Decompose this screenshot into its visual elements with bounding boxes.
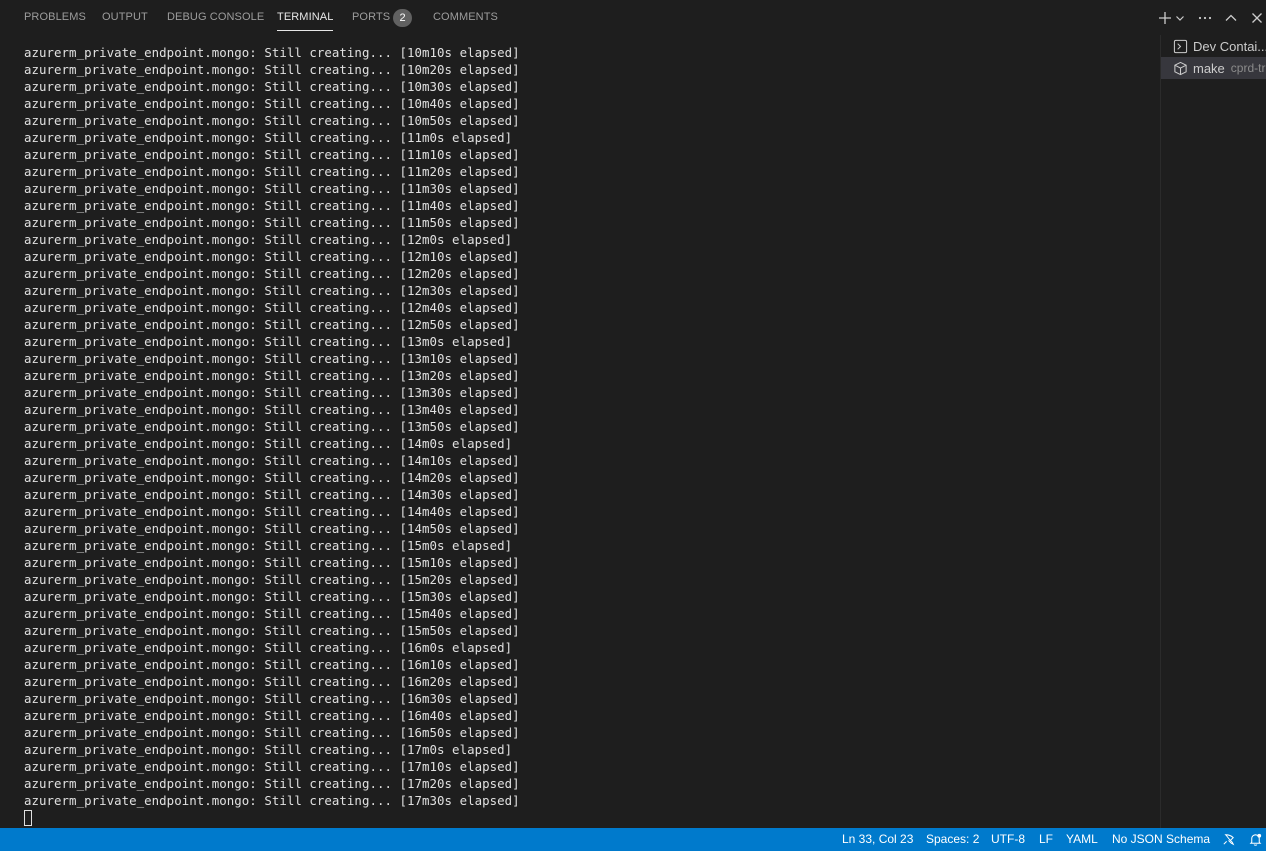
terminal-line: azurerm_private_endpoint.mongo: Still cr… [24,708,520,723]
tab-terminal[interactable]: TERMINAL [277,0,334,35]
terminal-line: azurerm_private_endpoint.mongo: Still cr… [24,249,520,264]
encoding-setting[interactable]: UTF-8 [991,828,1025,851]
terminal-view[interactable]: azurerm_private_endpoint.mongo: Still cr… [0,35,1160,828]
more-actions-button[interactable] [1195,8,1215,28]
terminal-line: azurerm_private_endpoint.mongo: Still cr… [24,317,520,332]
terminal-line: azurerm_private_endpoint.mongo: Still cr… [24,62,520,77]
terminal-line: azurerm_private_endpoint.mongo: Still cr… [24,232,513,247]
terminal-line: azurerm_private_endpoint.mongo: Still cr… [24,198,520,213]
panel-header: PROBLEMS OUTPUT DEBUG CONSOLE TERMINAL P… [0,0,1266,35]
maximize-panel-button[interactable] [1221,8,1241,28]
package-icon [1172,60,1188,76]
terminal-line: azurerm_private_endpoint.mongo: Still cr… [24,113,520,128]
terminal-line: azurerm_private_endpoint.mongo: Still cr… [24,436,513,451]
terminal-line: azurerm_private_endpoint.mongo: Still cr… [24,589,520,604]
tab-comments[interactable]: COMMENTS [433,0,498,35]
terminal-line: azurerm_private_endpoint.mongo: Still cr… [24,130,513,145]
terminal-line: azurerm_private_endpoint.mongo: Still cr… [24,334,513,349]
terminal-line: azurerm_private_endpoint.mongo: Still cr… [24,368,520,383]
terminal-tab-make[interactable]: make cprd-tre [1161,57,1266,79]
indentation-setting[interactable]: Spaces: 2 [926,828,979,851]
terminal-line: azurerm_private_endpoint.mongo: Still cr… [24,606,520,621]
ports-count-badge: 2 [393,9,412,27]
terminal-line: azurerm_private_endpoint.mongo: Still cr… [24,351,520,366]
terminal-line: azurerm_private_endpoint.mongo: Still cr… [24,215,520,230]
terminal-line: azurerm_private_endpoint.mongo: Still cr… [24,300,520,315]
terminal-line: azurerm_private_endpoint.mongo: Still cr… [24,504,520,519]
terminal-line: azurerm_private_endpoint.mongo: Still cr… [24,776,520,791]
terminal-line: azurerm_private_endpoint.mongo: Still cr… [24,538,513,553]
tab-output[interactable]: OUTPUT [102,0,148,35]
terminal-line: azurerm_private_endpoint.mongo: Still cr… [24,147,520,162]
terminal-line: azurerm_private_endpoint.mongo: Still cr… [24,79,520,94]
status-bar: Ln 33, Col 23 Spaces: 2 UTF-8 LF YAML No… [0,828,1266,851]
close-icon [1252,13,1262,23]
terminal-line: azurerm_private_endpoint.mongo: Still cr… [24,623,520,638]
terminal-tab-dev-container[interactable]: Dev Contai... [1161,35,1266,57]
terminal-line: azurerm_private_endpoint.mongo: Still cr… [24,266,520,281]
new-terminal-button[interactable] [1155,8,1175,28]
terminal-line: azurerm_private_endpoint.mongo: Still cr… [24,283,520,298]
terminal-line: azurerm_private_endpoint.mongo: Still cr… [24,742,513,757]
terminal-tabs-list: Dev Contai... make cprd-tre [1160,35,1266,828]
bell-icon[interactable] [1247,831,1263,847]
tab-debug-console[interactable]: DEBUG CONSOLE [167,0,264,35]
terminal-line: azurerm_private_endpoint.mongo: Still cr… [24,521,520,536]
terminal-line: azurerm_private_endpoint.mongo: Still cr… [24,419,520,434]
feedback-icon[interactable] [1220,831,1236,847]
terminal-line: azurerm_private_endpoint.mongo: Still cr… [24,470,520,485]
terminal-line: azurerm_private_endpoint.mongo: Still cr… [24,674,520,689]
terminal-tab-description: cprd-tre [1230,61,1266,75]
terminal-line: azurerm_private_endpoint.mongo: Still cr… [24,181,520,196]
tab-ports[interactable]: PORTS [352,0,390,35]
terminal-line: azurerm_private_endpoint.mongo: Still cr… [24,96,520,111]
tab-problems[interactable]: PROBLEMS [24,0,86,35]
terminal-tab-label: Dev Contai... [1193,38,1266,54]
cursor-position[interactable]: Ln 33, Col 23 [842,828,913,851]
terminal-line: azurerm_private_endpoint.mongo: Still cr… [24,572,520,587]
terminal-line: azurerm_private_endpoint.mongo: Still cr… [24,453,520,468]
close-panel-button[interactable] [1247,8,1266,28]
terminal-line: azurerm_private_endpoint.mongo: Still cr… [24,164,520,179]
launch-profile-button[interactable] [1173,8,1187,28]
more-icon [1198,16,1212,20]
terminal-cursor [24,810,32,826]
terminal-line: azurerm_private_endpoint.mongo: Still cr… [24,555,520,570]
json-schema-status[interactable]: No JSON Schema [1112,828,1210,851]
terminal-line: azurerm_private_endpoint.mongo: Still cr… [24,402,520,417]
terminal-line: azurerm_private_endpoint.mongo: Still cr… [24,487,520,502]
terminal-line: azurerm_private_endpoint.mongo: Still cr… [24,759,520,774]
terminal-line: azurerm_private_endpoint.mongo: Still cr… [24,657,520,672]
terminal-icon [1172,38,1188,54]
terminal-line: azurerm_private_endpoint.mongo: Still cr… [24,640,513,655]
language-mode[interactable]: YAML [1066,828,1098,851]
terminal-line: azurerm_private_endpoint.mongo: Still cr… [24,45,520,60]
terminal-tab-label: make [1193,60,1225,76]
terminal-line: azurerm_private_endpoint.mongo: Still cr… [24,385,520,400]
terminal-line: azurerm_private_endpoint.mongo: Still cr… [24,691,520,706]
eol-setting[interactable]: LF [1039,828,1053,851]
chevron-down-icon [1176,16,1184,21]
terminal-line: azurerm_private_endpoint.mongo: Still cr… [24,793,520,808]
chevron-up-icon [1225,14,1237,21]
terminal-output: azurerm_private_endpoint.mongo: Still cr… [24,44,520,809]
plus-icon [1159,12,1171,24]
terminal-line: azurerm_private_endpoint.mongo: Still cr… [24,725,520,740]
